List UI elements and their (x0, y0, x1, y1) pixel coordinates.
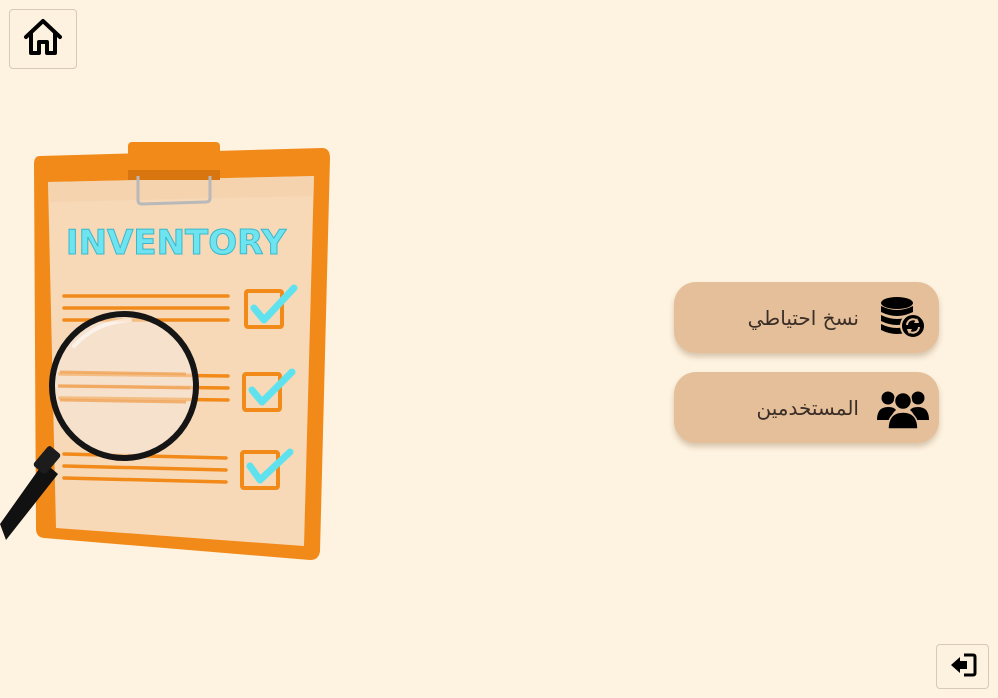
users-button[interactable]: المستخدمين (674, 372, 939, 443)
users-button-label: المستخدمين (756, 395, 859, 420)
users-icon (877, 384, 929, 432)
logout-button[interactable] (936, 644, 989, 689)
clipboard-title: INVENTORY (66, 223, 287, 263)
home-button[interactable] (9, 9, 77, 69)
database-sync-icon (877, 294, 929, 342)
inventory-illustration: INVENTORY (0, 136, 340, 566)
logout-icon (949, 652, 977, 682)
backup-button-label: نسخ احتياطي (747, 305, 859, 330)
backup-button[interactable]: نسخ احتياطي (674, 282, 939, 353)
home-icon (22, 16, 64, 62)
